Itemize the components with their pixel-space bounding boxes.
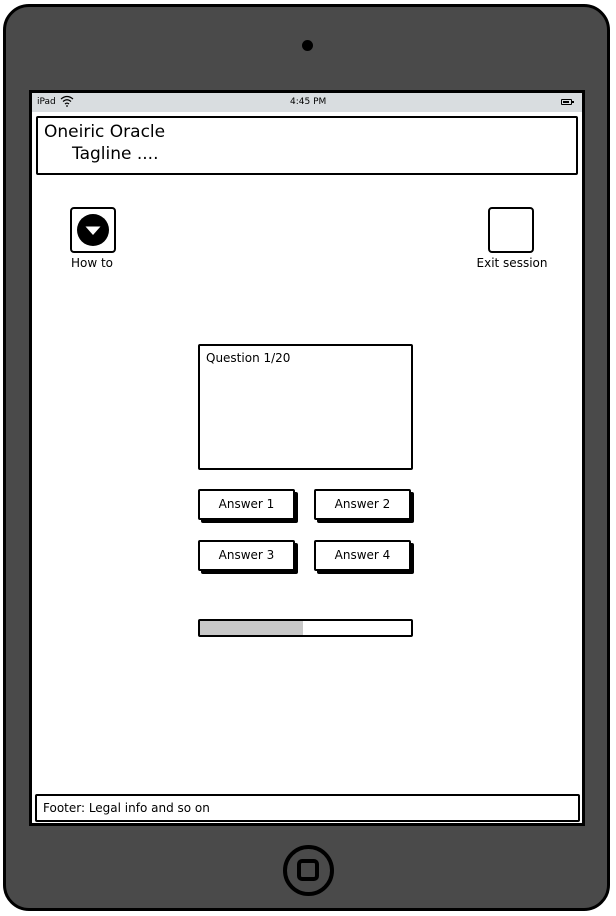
- answer-3-button[interactable]: Answer 3: [198, 540, 295, 571]
- footer-text: Footer: Legal info and so on: [43, 801, 210, 815]
- home-square-icon: [297, 859, 319, 881]
- battery-icon: [561, 99, 574, 105]
- progress-fill: [200, 621, 304, 635]
- status-carrier: iPad: [37, 97, 56, 107]
- answer-4-button[interactable]: Answer 4: [314, 540, 411, 571]
- screen: iPad 4:45 PM Oneiric Oracle Tagline ....…: [29, 90, 585, 826]
- chevron-down-circle-icon: [77, 214, 109, 246]
- question-label: Question 1/20: [206, 351, 291, 365]
- footer: Footer: Legal info and so on: [35, 794, 580, 822]
- answer-2-button[interactable]: Answer 2: [314, 489, 411, 520]
- exit-session-button[interactable]: [488, 207, 534, 253]
- tagline: Tagline ....: [72, 144, 159, 164]
- wifi-icon: [60, 95, 74, 107]
- status-time: 4:45 PM: [290, 97, 327, 107]
- how-to-button[interactable]: [70, 207, 116, 253]
- camera-icon: [302, 40, 313, 51]
- app-title: Oneiric Oracle: [44, 122, 166, 142]
- progress-bar: [198, 619, 413, 637]
- question-box: Question 1/20: [198, 344, 413, 470]
- header: Oneiric Oracle Tagline ....: [36, 116, 578, 175]
- exit-session-label: Exit session: [476, 256, 548, 270]
- how-to-label: How to: [70, 256, 114, 270]
- answer-1-button[interactable]: Answer 1: [198, 489, 295, 520]
- status-bar: iPad 4:45 PM: [32, 93, 582, 112]
